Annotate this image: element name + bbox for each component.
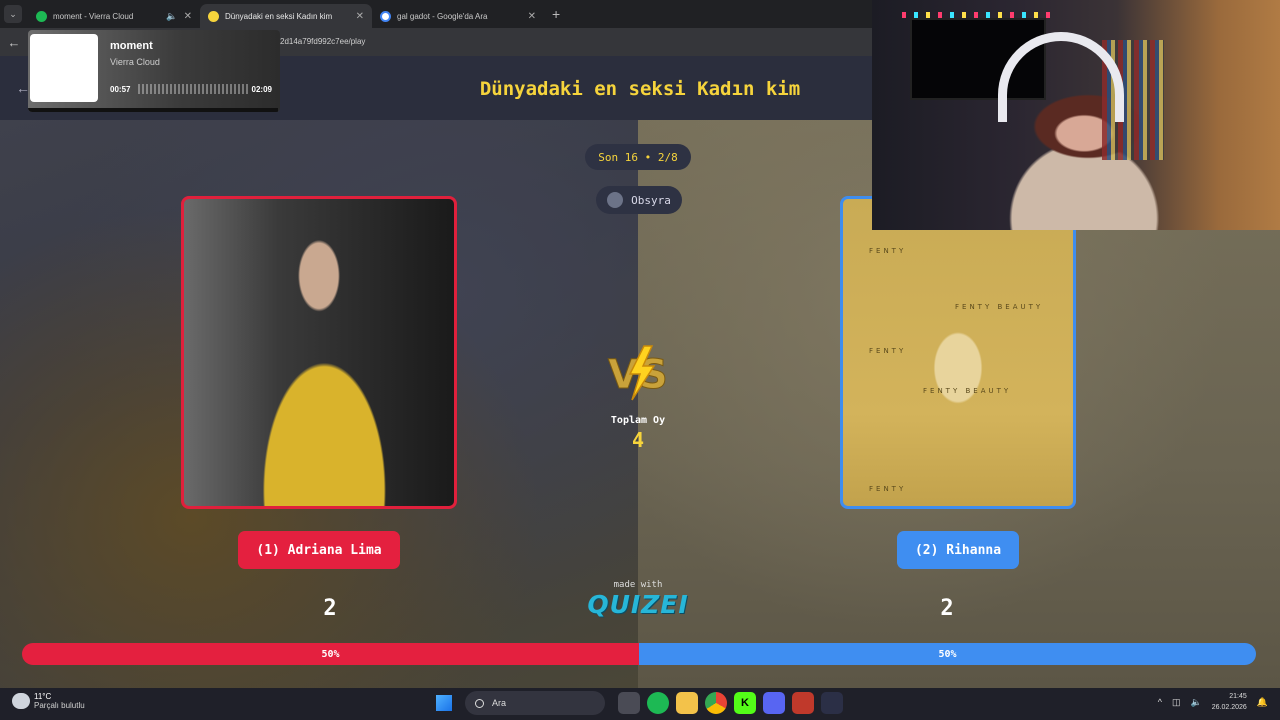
weather-desc: Parçalı bulutlu [34, 701, 85, 710]
photo-caption: FENTY [869, 247, 907, 255]
right-percent-label: 50% [938, 648, 957, 660]
vote-right-button[interactable]: (2) Rihanna [897, 531, 1019, 569]
search-placeholder: Ara [492, 698, 507, 708]
new-tab-button[interactable]: + [552, 6, 560, 22]
tab-search-button[interactable]: ⌄ [4, 5, 22, 23]
tab-google[interactable]: gal gadot - Google'da Ara ✕ [372, 4, 544, 28]
chevron-up-icon[interactable]: ^ [1158, 697, 1162, 707]
progress-left-segment: 50% [22, 643, 639, 665]
discord-icon[interactable] [763, 692, 785, 714]
close-icon[interactable]: ✕ [528, 11, 536, 22]
versus-icon: VS [608, 345, 668, 401]
taskbar-search[interactable]: Ara [465, 691, 605, 715]
chrome-icon[interactable] [705, 692, 727, 714]
total-votes-value: 4 [631, 428, 645, 452]
photo-caption: FENTY [869, 347, 907, 355]
progress-right-segment: 50% [639, 643, 1256, 665]
song-title: moment [110, 40, 153, 52]
photo-caption: FENTY [869, 485, 907, 493]
tab-title: moment - Vierra Cloud [53, 11, 134, 21]
network-icon[interactable]: ◫ [1172, 697, 1181, 708]
back-arrow-icon[interactable]: ← [0, 35, 28, 50]
quizei-icon [208, 10, 219, 22]
system-tray: ^ ◫ 🔈 21:45 26.02.2026 🔔 [1158, 691, 1268, 713]
total-votes-label: Toplam Oy [610, 415, 666, 426]
vote-progress-bar: 50% 50% [22, 643, 1256, 665]
vote-left-button[interactable]: (1) Adriana Lima [238, 531, 400, 569]
photo-caption: FENTY BEAUTY [923, 387, 1012, 395]
spotify-icon [36, 10, 47, 22]
spotify-icon[interactable] [647, 692, 669, 714]
made-with-label: made with [613, 580, 663, 590]
album-art [30, 34, 98, 102]
quizei-logo[interactable]: QUIZEI [578, 590, 698, 619]
tab-title: gal gadot - Google'da Ara [397, 11, 488, 21]
search-icon [475, 698, 484, 708]
task-view-icon[interactable] [618, 692, 640, 714]
creator-name: Obsyra [631, 193, 671, 207]
media-popup[interactable]: moment Vierra Cloud 00:57 02:09 [28, 30, 280, 112]
duration-time: 02:09 [251, 85, 272, 94]
round-indicator: Son 16 • 2/8 [585, 144, 691, 170]
elapsed-time: 00:57 [110, 85, 131, 94]
notification-icon[interactable]: 🔔 [1257, 697, 1268, 708]
windows-start-icon[interactable] [436, 695, 452, 711]
windows-taskbar: 11°C Parçalı bulutlu Ara K ^ ◫ 🔈 21:45 2… [0, 688, 1280, 720]
tab-quiz[interactable]: Dünyadaki en seksi Kadın kim ✕ [200, 4, 372, 28]
option-left-image[interactable] [181, 196, 457, 509]
option-right-image[interactable]: FENTY FENTY BEAUTY FENTY FENTY BEAUTY FE… [840, 196, 1076, 509]
cloud-icon [12, 693, 30, 709]
kick-icon[interactable]: K [734, 692, 756, 714]
right-score: 2 [940, 596, 954, 621]
close-icon[interactable]: ✕ [356, 11, 364, 22]
taskbar-apps: Ara K [436, 691, 843, 715]
webcam-overlay [872, 0, 1280, 230]
left-score: 2 [323, 596, 337, 621]
media-bottom-bar [28, 108, 278, 112]
google-icon [380, 10, 391, 22]
weather-temp: 11°C [34, 692, 52, 701]
clock-date: 26.02.2026 [1211, 704, 1247, 711]
tab-spotify[interactable]: moment - Vierra Cloud 🔈 ✕ [28, 4, 200, 28]
speaker-icon[interactable]: 🔈 [166, 11, 177, 22]
song-artist: Vierra Cloud [110, 57, 160, 67]
weather-widget[interactable]: 11°C Parçalı bulutlu [12, 692, 85, 710]
left-percent-label: 50% [321, 648, 340, 660]
app-icon[interactable] [792, 692, 814, 714]
folder-icon[interactable] [676, 692, 698, 714]
app-icon[interactable] [821, 692, 843, 714]
close-icon[interactable]: ✕ [184, 11, 192, 22]
url-text[interactable]: 2d14a79fd992c7ee/play [280, 37, 365, 46]
avatar [607, 192, 624, 208]
clock-time: 21:45 [1229, 693, 1247, 700]
waveform[interactable] [138, 84, 248, 94]
photo-caption: FENTY BEAUTY [955, 303, 1044, 311]
creator-badge[interactable]: Obsyra [596, 186, 682, 214]
tab-title: Dünyadaki en seksi Kadın kim [225, 11, 333, 21]
volume-icon[interactable]: 🔈 [1191, 697, 1202, 708]
clock[interactable]: 21:45 26.02.2026 [1212, 691, 1247, 713]
